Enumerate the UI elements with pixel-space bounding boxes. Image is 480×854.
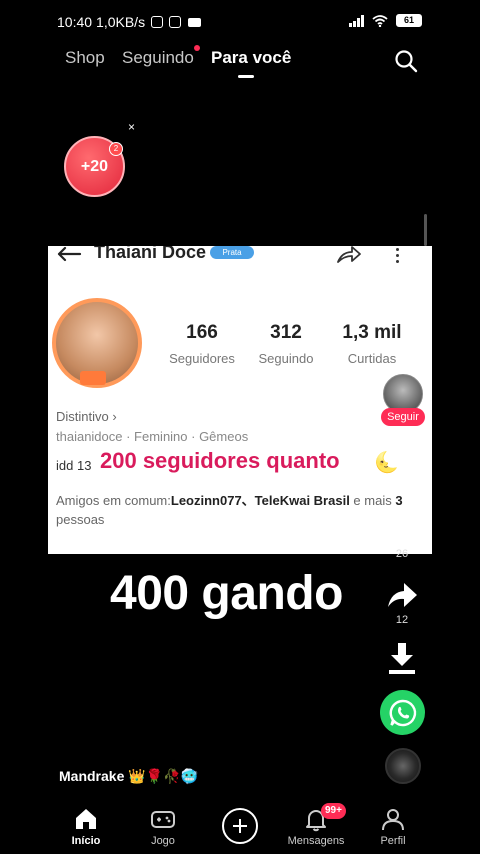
stat-following-label: Seguindo: [258, 351, 314, 366]
nav-profile-label: Perfil: [380, 835, 406, 847]
friends-suffix: e mais: [349, 493, 396, 508]
tab-shop[interactable]: Shop: [65, 48, 105, 68]
nav-home-label: Início: [71, 835, 101, 847]
friends-end: pessoas: [56, 512, 105, 527]
follow-button[interactable]: Seguir: [381, 408, 425, 426]
overlay-headline: 200 seguidores quanto: [100, 448, 340, 473]
share-count: 12: [395, 614, 409, 626]
video-content[interactable]: Thaiani Doce Prata 166 Seguidores 312 Se…: [48, 246, 432, 554]
nav-profile[interactable]: Perfil: [363, 800, 423, 847]
home-icon: [76, 809, 96, 829]
new-content-dot: [194, 45, 200, 51]
live-icon: [80, 371, 106, 385]
profile-name: Thaiani Doce: [94, 246, 207, 262]
stat-likes-value: 1,3 mil: [342, 322, 402, 343]
stat-followers-label: Seguidores: [169, 351, 235, 366]
create-button[interactable]: [222, 808, 258, 844]
idd-label: idd 13: [56, 458, 92, 473]
status-bar: 10:40 1,0KB/s 61: [0, 0, 480, 44]
level-badge: Prata: [210, 246, 254, 259]
friends-prefix: Amigos em comum:: [56, 493, 171, 508]
nav-game-label: Jogo: [151, 835, 175, 847]
person-icon: [382, 809, 404, 831]
back-arrow-icon: [57, 246, 82, 262]
nav-messages-label: Mensagens: [287, 835, 345, 847]
scroll-indicator: [424, 214, 427, 246]
reward-badge: 2: [109, 142, 123, 156]
moon-emoji: 🌜: [374, 452, 399, 474]
nav-home[interactable]: Início: [56, 800, 116, 847]
tab-seguindo[interactable]: Seguindo: [122, 48, 194, 68]
stat-following-value: 312: [270, 322, 302, 343]
distintivo-label: Distintivo ›: [56, 409, 117, 424]
friends-count: 3: [395, 493, 403, 508]
status-right: 61: [349, 14, 422, 27]
reward-label: +20: [80, 157, 109, 175]
whatsapp-share-button[interactable]: [380, 690, 425, 735]
share-icon[interactable]: [386, 580, 418, 610]
search-icon[interactable]: [394, 49, 418, 73]
gamepad-icon: [151, 811, 175, 828]
more-icon: [396, 248, 400, 263]
stat-followers-value: 166: [186, 322, 218, 343]
friends-names: Leozinn077、TeleKwai Brasil: [170, 493, 350, 508]
signal-icon: [349, 14, 364, 27]
download-icon[interactable]: [388, 641, 416, 675]
status-time: 10:40: [57, 14, 93, 30]
mutual-friends: Amigos em comum:Leozinn077、TeleKwai Bras…: [56, 491, 426, 529]
profile-info-line: thaianidoce · Feminino · Gêmeos: [56, 429, 249, 444]
wifi-icon: [372, 14, 388, 27]
status-speed: 1,0KB/s: [96, 14, 146, 30]
reward-close-button[interactable]: ×: [128, 120, 135, 134]
video-camera-icon: [188, 17, 202, 27]
video-caption-overlay: 400 gando: [110, 567, 343, 620]
whatsapp-icon: [389, 699, 416, 726]
stat-likes-label: Curtidas: [347, 351, 397, 366]
status-left: 10:40 1,0KB/s: [57, 14, 202, 30]
nav-game[interactable]: Jogo: [133, 800, 193, 847]
music-disc[interactable]: [385, 748, 421, 784]
active-tab-indicator: [238, 75, 254, 78]
instagram-icon-2: [169, 16, 182, 28]
instagram-icon: [151, 16, 164, 28]
author-username[interactable]: Mandrake 👑🌹🥀🥶: [59, 768, 198, 785]
comments-count: 26: [395, 548, 409, 560]
messages-badge: 99+: [321, 803, 346, 819]
share-arrow-icon: [337, 246, 361, 263]
tab-para-voce[interactable]: Para você: [211, 48, 291, 68]
battery-indicator: 61: [396, 14, 422, 27]
